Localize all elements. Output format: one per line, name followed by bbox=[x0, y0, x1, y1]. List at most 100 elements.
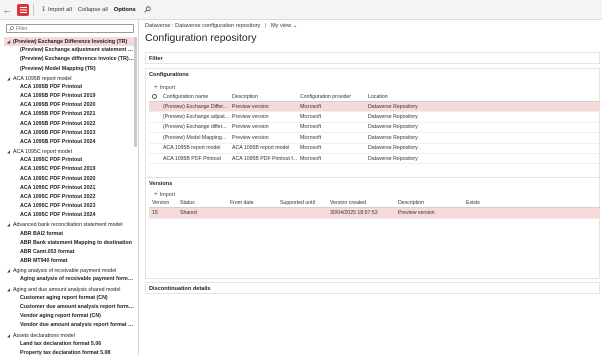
column-header[interactable]: From date bbox=[230, 200, 280, 206]
discontinuation-section[interactable]: Discontinuation details bbox=[145, 282, 600, 294]
breadcrumb-separator: | bbox=[264, 23, 267, 29]
tree-node-format[interactable]: ABR MT940 format bbox=[4, 257, 134, 266]
tree-node-model[interactable]: ◢ Advanced bank reconciliation statement … bbox=[4, 220, 134, 229]
tree-node-label: ACA 1095B PDF Printout 2024 bbox=[20, 138, 96, 145]
configuration-row[interactable]: (Preview) Exchange differ... Preview vers… bbox=[149, 123, 600, 134]
versions-grid: Version Status From date Supported until Ver… bbox=[149, 199, 600, 219]
tree-node-model[interactable]: ◢ Assets declarations model bbox=[4, 331, 134, 340]
tree-node-format[interactable]: (Preview) Exchange difference invoice (T… bbox=[4, 55, 134, 64]
tree-node-format[interactable]: ABR Bank statement Mapping to destinatio… bbox=[4, 239, 134, 248]
tree-node-format[interactable]: ABR Camt.053 format bbox=[4, 248, 134, 257]
tree-node-label: Assets declarations model bbox=[13, 332, 75, 339]
tree-node-format[interactable]: (Preview) Model Mapping (TR) bbox=[4, 65, 134, 74]
cell-name: (Preview) Exchange differ... bbox=[163, 124, 227, 131]
tree-node-model[interactable]: ◢ (Preview) Exchange Difference Invoicing… bbox=[4, 37, 134, 47]
tree-node-format[interactable]: ACA 1095B PDF Printout 2021 bbox=[4, 110, 134, 119]
plus-icon: + bbox=[154, 84, 158, 91]
tree-filter-field[interactable] bbox=[6, 24, 134, 33]
options-tab[interactable]: Options bbox=[111, 0, 139, 20]
configuration-row[interactable]: (Preview) Model Mapping... Preview versio… bbox=[149, 133, 600, 144]
cell-name: ACA 1095B report model bbox=[163, 145, 221, 152]
tree-node-format[interactable]: ACA 1095C PDF Printout 2022 bbox=[4, 193, 134, 202]
cell-description: Preview version bbox=[232, 124, 269, 131]
tree-node-label: ACA 1095C PDF Printout bbox=[20, 157, 83, 164]
search-icon bbox=[9, 26, 14, 31]
tree-node-format[interactable]: ACA 1095C PDF Printout bbox=[4, 156, 134, 165]
tree-node-model[interactable]: ◢ ACA 1095B report model bbox=[4, 74, 134, 83]
tree-node-format[interactable]: ACA 1095C PDF Printout 2020 bbox=[4, 175, 134, 184]
breadcrumb-repository[interactable]: Dataverse : Dataverse configuration repo… bbox=[145, 23, 260, 29]
column-header[interactable]: Version created bbox=[330, 200, 398, 206]
configurations-grid-header: Configuration name Description Configurati… bbox=[149, 93, 600, 102]
column-header[interactable]: Location bbox=[368, 94, 448, 100]
view-selector[interactable]: My view ⌄ bbox=[271, 23, 297, 29]
import-all-label: Import all bbox=[48, 6, 72, 13]
tree-node-format[interactable]: ABR BAI2 format bbox=[4, 230, 134, 239]
tree-node-format[interactable]: ACA 1095B PDF Printout 2023 bbox=[4, 129, 134, 138]
tree-node-format[interactable]: ACA 1095B PDF Printout 2024 bbox=[4, 138, 134, 147]
configuration-tree-pane: ◢(Preview) Exchange Difference Invoicing… bbox=[0, 20, 139, 355]
tree-node-model[interactable]: ◢ Aging and due amount analysis shared mo… bbox=[4, 285, 134, 294]
tree-node-format[interactable]: Property tax declaration format 5.08 bbox=[4, 349, 134, 355]
versions-section-header[interactable]: Versions bbox=[149, 181, 172, 187]
cell-provider: Microsoft bbox=[300, 103, 322, 110]
configuration-tree: ◢ (Preview) Exchange Difference Invoicing… bbox=[4, 37, 134, 355]
search-icon[interactable] bbox=[142, 0, 154, 20]
column-header[interactable]: Version bbox=[149, 200, 180, 206]
import-button[interactable]: + Import bbox=[154, 84, 175, 91]
toolbar-divider bbox=[33, 3, 34, 16]
tree-node-format[interactable]: ACA 1095B PDF Printout 2022 bbox=[4, 120, 134, 129]
tree-node-format[interactable]: Land tax declaration format 5.06 bbox=[4, 340, 134, 349]
column-header[interactable]: Supported until bbox=[280, 200, 330, 206]
tree-node-label: ACA 1095B PDF Printout 2019 bbox=[20, 93, 96, 100]
tree-node-label: ACA 1095B PDF Printout 2022 bbox=[20, 120, 96, 127]
tree-node-label: Aging analysis of receivable payment mod… bbox=[13, 268, 117, 275]
tree-node-label: Property tax declaration format 5.08 bbox=[20, 349, 111, 355]
cell-name: ACA 1095B PDF Printout bbox=[163, 155, 221, 162]
discontinuation-section-header[interactable]: Discontinuation details bbox=[149, 286, 211, 292]
cell-location: Dataverse Repository bbox=[368, 134, 418, 141]
tree-node-format[interactable]: ACA 1095C PDF Printout 2021 bbox=[4, 184, 134, 193]
versions-import-button[interactable]: + Import bbox=[154, 191, 175, 198]
tree-node-format[interactable]: ACA 1095C PDF Printout 2023 bbox=[4, 202, 134, 211]
tree-node-format[interactable]: ACA 1095C PDF Printout 2019 bbox=[4, 165, 134, 174]
tree-scrollbar-thumb[interactable] bbox=[134, 37, 137, 147]
plus-icon: + bbox=[154, 191, 158, 198]
tree-node-format[interactable]: ACA 1095C PDF Printout 2024 bbox=[4, 211, 134, 220]
cell-description: Preview version bbox=[232, 114, 269, 121]
tree-node-label: ABR MT940 format bbox=[20, 258, 68, 265]
tree-node-format[interactable]: Vendor due amount analysis report format… bbox=[4, 321, 134, 330]
column-header[interactable]: Configuration name bbox=[163, 94, 232, 100]
column-header[interactable]: Description bbox=[398, 200, 466, 206]
collapse-all-button[interactable]: Collapse all bbox=[75, 0, 111, 20]
tree-node-model[interactable]: ◢ Aging analysis of receivable payment mo… bbox=[4, 266, 134, 275]
tree-node-model[interactable]: ◢ ACA 1095C report model bbox=[4, 147, 134, 156]
tree-node-format[interactable]: ACA 1095B PDF Printout 2020 bbox=[4, 101, 134, 110]
filter-section[interactable]: Filter bbox=[145, 52, 600, 64]
filter-section-header[interactable]: Filter bbox=[149, 56, 163, 62]
tree-node-format[interactable]: Aging analysis of receivable payment for… bbox=[4, 275, 134, 284]
tree-node-format[interactable]: ACA 1095B PDF Printout 2019 bbox=[4, 92, 134, 101]
tree-node-format[interactable]: Customer aging report format (CN) bbox=[4, 294, 134, 303]
tree-node-format[interactable]: Customer due amount analysis report form… bbox=[4, 303, 134, 312]
configuration-row[interactable]: (Preview) Exchange Differ... Preview vers… bbox=[149, 102, 600, 113]
hamburger-menu-icon[interactable] bbox=[17, 3, 29, 16]
column-header[interactable]: Description bbox=[232, 94, 300, 100]
column-header[interactable]: Exists bbox=[466, 200, 506, 206]
view-selector-label: My view bbox=[270, 23, 292, 29]
version-row[interactable]: 15 Shared 30/04/2025 18:57:53 Preview versi… bbox=[149, 208, 600, 219]
tree-scrollbar[interactable] bbox=[134, 37, 137, 355]
import-all-button[interactable]: ↧ Import all bbox=[38, 0, 75, 20]
configurations-section-header[interactable]: Configurations bbox=[149, 72, 189, 78]
configuration-row[interactable]: ACA 1095B report model ACA 1095B report m… bbox=[149, 144, 600, 154]
tree-node-format[interactable]: Vendor aging report format (CN) bbox=[4, 312, 134, 321]
select-all-radio[interactable] bbox=[149, 93, 163, 101]
column-header[interactable]: Status bbox=[180, 200, 230, 206]
tree-node-format[interactable]: (Preview) Exchange adjustment statement … bbox=[4, 46, 134, 55]
column-header[interactable]: Configuration provider bbox=[300, 94, 368, 100]
configuration-row[interactable]: (Preview) Exchange adjust... Preview vers… bbox=[149, 112, 600, 123]
configuration-row[interactable]: ACA 1095B PDF Printout ACA 1095B PDF Prin… bbox=[149, 154, 600, 165]
tree-node-format[interactable]: ACA 1095B PDF Printout bbox=[4, 83, 134, 92]
tree-filter-input[interactable] bbox=[16, 25, 126, 32]
back-arrow-icon[interactable]: ← bbox=[0, 0, 14, 20]
